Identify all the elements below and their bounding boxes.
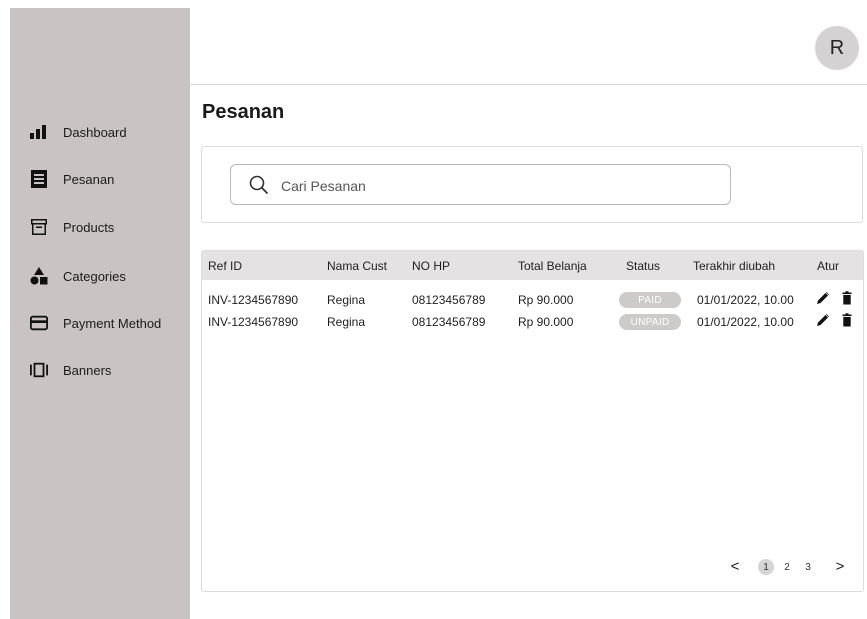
sidebar-item-label: Categories — [63, 268, 126, 284]
sidebar-item-pesanan[interactable]: Pesanan — [10, 166, 190, 192]
cell-ref-id: INV-1234567890 — [208, 293, 299, 307]
pagination-next-button[interactable]: > — [834, 558, 846, 575]
status-badge: PAID — [619, 292, 681, 308]
cell-updated: 01/01/2022, 10.00 — [697, 293, 794, 307]
column-header-total-belanja: Total Belanja — [518, 259, 587, 273]
pagination-page-3[interactable]: 3 — [803, 559, 813, 575]
column-header-ref-id: Ref ID — [208, 259, 243, 273]
cell-name: Regina — [327, 315, 366, 329]
status-badge: UNPAID — [619, 314, 681, 330]
sidebar: Dashboard Pesanan Products Categories Pa… — [10, 8, 190, 619]
pagination-page-2[interactable]: 2 — [782, 559, 792, 575]
receipt-icon — [30, 170, 48, 188]
avatar[interactable]: R — [815, 26, 859, 70]
bar-chart-icon — [30, 123, 48, 141]
cell-total: Rp 90.000 — [518, 293, 574, 307]
pagination-page-1[interactable]: 1 — [758, 559, 774, 575]
page-title: Pesanan — [202, 101, 285, 123]
sidebar-item-banners[interactable]: Banners — [10, 357, 190, 383]
sidebar-item-dashboard[interactable]: Dashboard — [10, 119, 190, 145]
credit-card-icon — [30, 314, 48, 332]
sidebar-item-label: Payment Method — [63, 315, 162, 331]
cell-ref-id: INV-1234567890 — [208, 315, 299, 329]
column-header-nama-cust: Nama Cust — [327, 259, 388, 273]
search-box[interactable] — [230, 164, 731, 205]
carousel-icon — [30, 361, 48, 379]
cell-phone: 08123456789 — [412, 315, 486, 329]
edit-icon[interactable] — [816, 291, 830, 305]
column-header-no-hp: NO HP — [412, 259, 451, 273]
column-header-atur: Atur — [817, 259, 840, 273]
sidebar-item-label: Products — [63, 219, 115, 235]
column-header-status: Status — [626, 259, 661, 273]
sidebar-item-products[interactable]: Products — [10, 214, 190, 240]
cell-name: Regina — [327, 293, 366, 307]
column-header-terakhir-diubah: Terakhir diubah — [693, 259, 776, 273]
sidebar-item-payment-method[interactable]: Payment Method — [10, 310, 190, 336]
sidebar-item-label: Pesanan — [63, 171, 115, 187]
sidebar-item-categories[interactable]: Categories — [10, 263, 190, 289]
search-input[interactable] — [279, 175, 703, 197]
category-shapes-icon — [30, 267, 48, 285]
search-icon — [249, 175, 268, 194]
orders-table: Ref ID Nama Cust NO HP Total Belanja Sta… — [201, 250, 864, 592]
trash-icon[interactable] — [840, 313, 854, 327]
edit-icon[interactable] — [816, 313, 830, 327]
cell-phone: 08123456789 — [412, 293, 486, 307]
trash-icon[interactable] — [840, 291, 854, 305]
pagination-prev-button[interactable]: < — [729, 558, 741, 575]
table-header: Ref ID Nama Cust NO HP Total Belanja Sta… — [202, 251, 863, 280]
sidebar-item-label: Banners — [63, 362, 112, 378]
archive-box-icon — [30, 218, 48, 236]
sidebar-item-label: Dashboard — [63, 124, 127, 140]
cell-updated: 01/01/2022, 10.00 — [697, 315, 794, 329]
cell-total: Rp 90.000 — [518, 315, 574, 329]
header-divider — [190, 84, 867, 85]
